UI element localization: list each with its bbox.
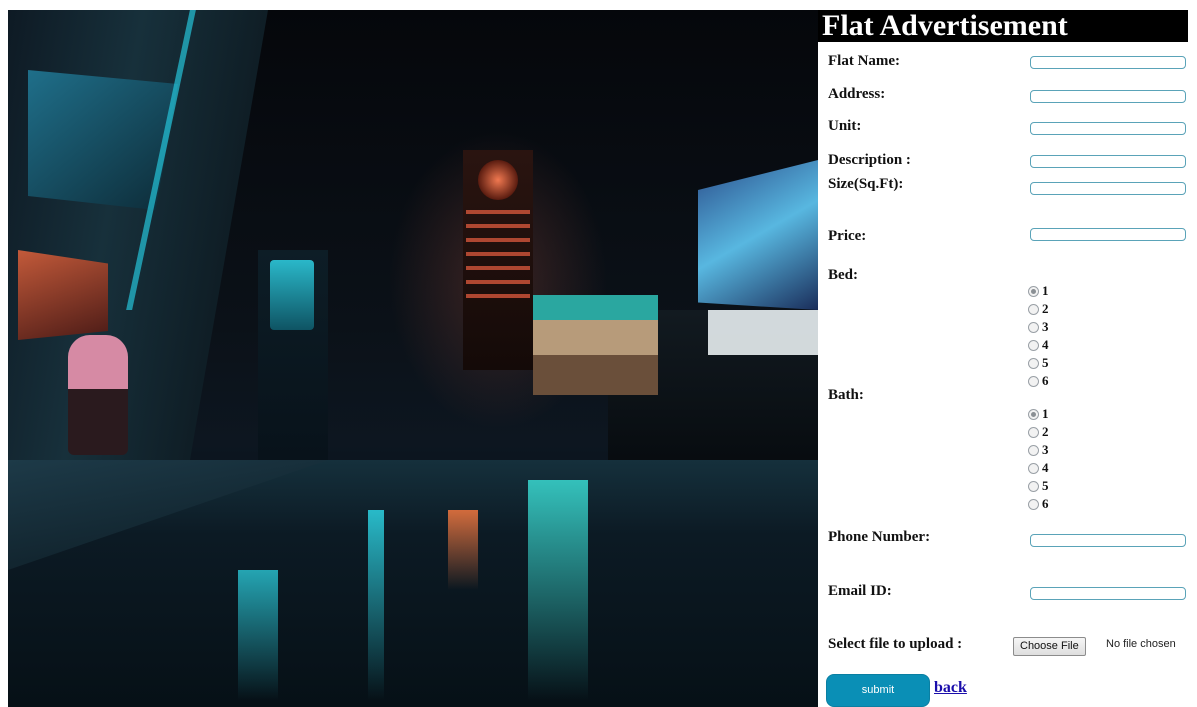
- description-input[interactable]: [1030, 155, 1186, 168]
- tower-clock: [478, 160, 518, 200]
- radio-icon[interactable]: [1028, 339, 1039, 351]
- file-upload-label: Select file to upload :: [828, 636, 963, 652]
- price-input[interactable]: [1030, 228, 1186, 241]
- phone-label: Phone Number:: [828, 529, 931, 545]
- unit-input[interactable]: [1030, 122, 1186, 135]
- page-title: Flat Advertisement: [818, 10, 1188, 42]
- bed-option-1[interactable]: 1: [1028, 282, 1049, 300]
- bed-option-6[interactable]: 6: [1028, 372, 1049, 390]
- tower-lights: [466, 210, 530, 300]
- back-link[interactable]: back: [934, 679, 967, 697]
- bed-option-3[interactable]: 3: [1028, 318, 1049, 336]
- radio-icon[interactable]: [1028, 426, 1039, 438]
- radio-icon[interactable]: [1028, 480, 1039, 492]
- bed-option-5[interactable]: 5: [1028, 354, 1049, 372]
- bath-option-6[interactable]: 6: [1028, 495, 1049, 513]
- left-sign: [18, 250, 108, 340]
- email-input[interactable]: [1030, 587, 1186, 600]
- price-label: Price:: [828, 228, 867, 244]
- choose-file-button[interactable]: Choose File: [1013, 637, 1086, 656]
- radio-icon[interactable]: [1028, 375, 1039, 387]
- bath-option-2[interactable]: 2: [1028, 423, 1049, 441]
- reflection: [528, 480, 588, 700]
- city-night-photo: [8, 10, 818, 707]
- bed-option-4[interactable]: 4: [1028, 336, 1049, 354]
- bath-option-1[interactable]: 1: [1028, 405, 1049, 423]
- size-input[interactable]: [1030, 182, 1186, 195]
- right-sign: [708, 310, 818, 355]
- radio-checked-icon[interactable]: [1028, 285, 1039, 297]
- unit-label: Unit:: [828, 118, 862, 134]
- submit-button[interactable]: submit: [826, 674, 930, 707]
- radio-icon[interactable]: [1028, 498, 1039, 510]
- bath-option-3[interactable]: 3: [1028, 441, 1049, 459]
- radio-icon[interactable]: [1028, 357, 1039, 369]
- right-billboard: [698, 160, 818, 310]
- flat-name-label: Flat Name:: [828, 53, 901, 69]
- pedestrian: [68, 335, 128, 455]
- radio-checked-icon[interactable]: [1028, 408, 1039, 420]
- bath-label: Bath:: [828, 387, 864, 403]
- center-billboard: [533, 295, 658, 395]
- radio-icon[interactable]: [1028, 444, 1039, 456]
- flat-name-input[interactable]: [1030, 56, 1186, 69]
- bed-option-2[interactable]: 2: [1028, 300, 1049, 318]
- size-label: Size(Sq.Ft):: [828, 176, 904, 192]
- description-label: Description :: [828, 152, 911, 168]
- reflection: [238, 570, 278, 700]
- neon-sign: [270, 260, 314, 330]
- file-status-text: No file chosen: [1106, 638, 1176, 650]
- radio-icon[interactable]: [1028, 462, 1039, 474]
- radio-icon[interactable]: [1028, 321, 1039, 333]
- reflection: [448, 510, 478, 590]
- reflection: [368, 510, 384, 700]
- phone-input[interactable]: [1030, 534, 1186, 547]
- address-input[interactable]: [1030, 90, 1186, 103]
- flat-advertisement-form: Flat Advertisement Flat Name: Address: U…: [818, 10, 1197, 707]
- bath-option-4[interactable]: 4: [1028, 459, 1049, 477]
- radio-icon[interactable]: [1028, 303, 1039, 315]
- email-label: Email ID:: [828, 583, 892, 599]
- address-label: Address:: [828, 86, 886, 102]
- bed-label: Bed:: [828, 267, 858, 283]
- bath-option-5[interactable]: 5: [1028, 477, 1049, 495]
